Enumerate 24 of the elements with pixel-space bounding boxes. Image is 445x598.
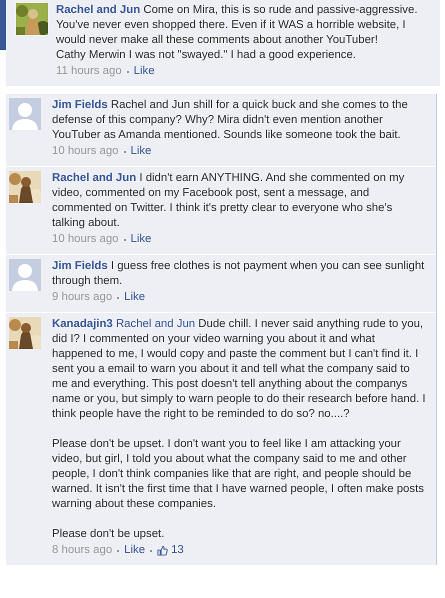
like-link[interactable]: Like	[124, 542, 146, 559]
timestamp: 10 hours ago	[52, 232, 118, 247]
like-link[interactable]: Like	[124, 289, 146, 306]
comment-text: Rachel and Jun Come on Mira, this is so rude and passive-aggressive. You've never even shopped there. Even if it WAS a horrible website, I would never make all these comments about another YouTuber! Cathy Merwin I was not "swayed." I had a good experience.	[56, 3, 418, 63]
timestamp: 11 hours ago	[56, 64, 122, 79]
timestamp: 10 hours ago	[52, 144, 118, 159]
thumbs-up-icon[interactable]	[157, 545, 168, 556]
author-link[interactable]: Rachel and Jun	[52, 172, 136, 184]
author-link[interactable]: Kanadajin3	[52, 318, 113, 330]
like-link[interactable]: Like	[130, 231, 152, 248]
comment-text: Kanadajin3 Rachel and Jun Dude chill. I never said anything rude to you, did I? I commented on your video warning you about it and what happened to me, I would copy and paste the comment but I can't find it. I sent you a email to warn you about it and tell what the company said to me and everything. This post doesn't tell anything about the companys name or you, but simply to warn people to do their research before hand. I think people have the right to be reminded to do so? no....? Please don't be upset. I don't want you to feel like I am attacking your video, but girl, I told you about what the company said to me and other people, I don't think companies like that are right, and people should be warned. It isn't the first time that I have warned people, I often make posts warning about these companies. Please don't be upset.	[52, 317, 427, 542]
author-link[interactable]: Jim Fields	[52, 99, 108, 111]
page-edge-strip	[0, 0, 6, 50]
comment-text: Jim Fields Rachel and Jun shill for a quick buck and she comes to the defense of this company? Why? Mira didn't even mention another YouTuber as Amanda mentioned. Sounds like someone took the bait.	[52, 98, 409, 143]
timestamp: 9 hours ago	[52, 290, 112, 305]
timestamp: 8 hours ago	[52, 543, 112, 558]
author-link[interactable]: Jim Fields	[52, 260, 108, 272]
comment-text: Jim Fields I guess free clothes is not payment when you can see sunlight through them.	[52, 259, 426, 289]
comment-text: Rachel and Jun I didn't earn ANYTHING. And she commented on my video, commented on my Facebook post, sent a message, and commented on Twitter. I think it's pretty clear to everyone who she's talking about.	[52, 171, 406, 231]
author-link[interactable]: Rachel and Jun	[56, 4, 140, 16]
mention-link[interactable]: Rachel and Jun	[116, 318, 196, 330]
like-count[interactable]: 13	[171, 542, 184, 559]
like-link[interactable]: Like	[130, 143, 152, 160]
like-link[interactable]: Like	[134, 63, 155, 80]
